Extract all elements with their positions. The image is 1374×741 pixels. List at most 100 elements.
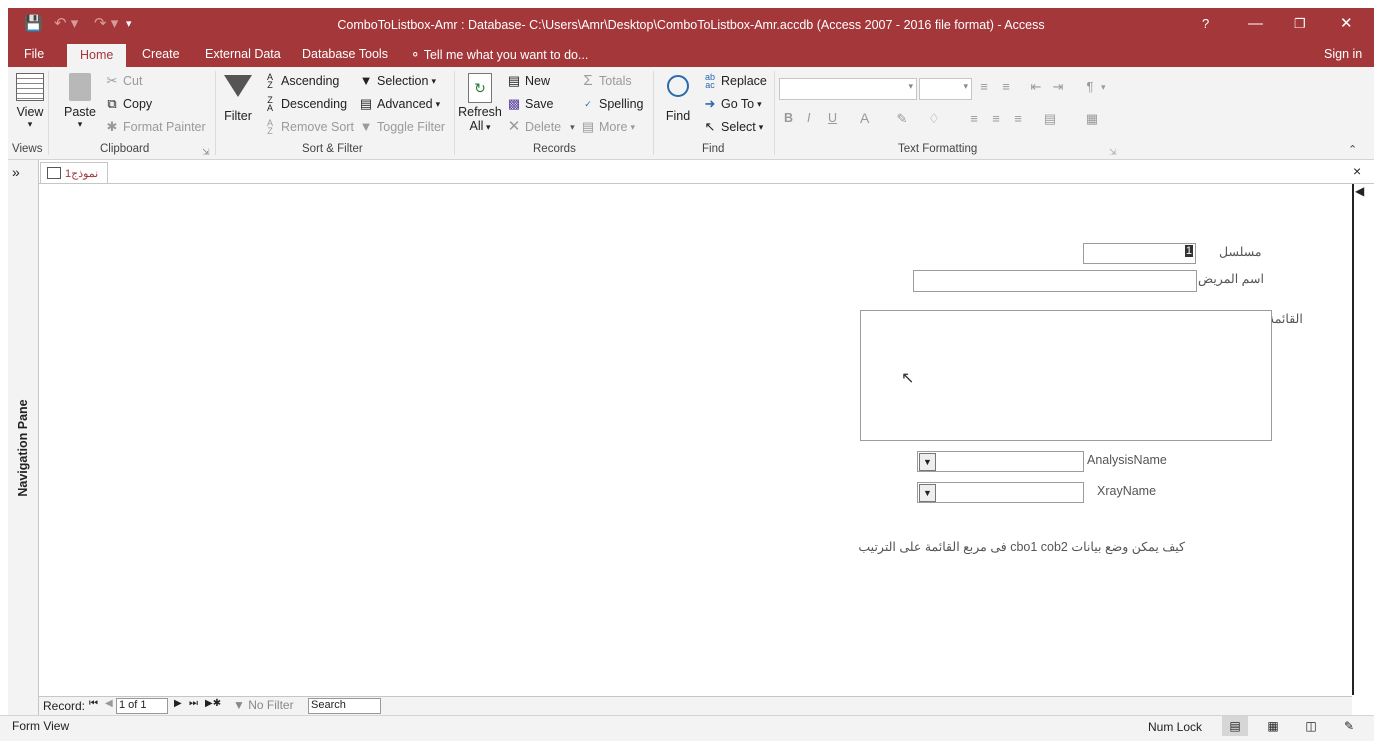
find-button[interactable]: Find bbox=[660, 73, 696, 123]
align-center-button[interactable]: ≡ bbox=[988, 111, 1004, 127]
tab-database-tools[interactable]: Database Tools bbox=[302, 47, 388, 61]
new-record-button[interactable]: ▤ New bbox=[506, 73, 550, 89]
remove-sort-label: Remove Sort bbox=[281, 120, 354, 134]
toggle-filter-button[interactable]: ▼ Toggle Filter bbox=[358, 119, 446, 135]
close-form-button[interactable]: × bbox=[1353, 163, 1361, 179]
copy-button[interactable]: ⧉ Copy bbox=[104, 96, 152, 112]
italic-button[interactable]: I bbox=[807, 111, 810, 125]
replace-button[interactable]: ab ac Replace bbox=[702, 72, 767, 90]
decrease-indent-button[interactable]: ⇤ bbox=[1028, 79, 1044, 95]
selection-button[interactable]: ▼ Selection ▾ bbox=[358, 73, 436, 89]
undo-icon[interactable]: ↶ ▾ bbox=[54, 14, 78, 34]
restore-icon[interactable]: ❐ bbox=[1294, 14, 1306, 34]
redo-icon[interactable]: ↷ ▾ bbox=[94, 14, 118, 34]
font-name-dropdown[interactable]: ▾ bbox=[779, 78, 917, 100]
datasheet-view-icon[interactable]: ▦ bbox=[1260, 716, 1286, 736]
first-record-icon[interactable]: ⏮ bbox=[89, 698, 98, 709]
font-color-button[interactable]: A bbox=[860, 110, 869, 126]
filter-off-icon: ▼ bbox=[233, 698, 245, 712]
delete-dropdown-icon: ▾ bbox=[570, 121, 575, 132]
underline-button[interactable]: U bbox=[828, 111, 837, 125]
next-record-icon[interactable]: ▶ bbox=[174, 698, 182, 709]
find-group-label: Find bbox=[702, 143, 725, 155]
question-note-label: كيف يمكن وضع بيانات cbo1 cob2 فى مربع ال… bbox=[858, 540, 1185, 554]
form-tab[interactable]: نموذج1 bbox=[40, 162, 108, 183]
sign-in-link[interactable]: Sign in bbox=[1324, 47, 1362, 61]
chevron-down-icon[interactable]: ▼ bbox=[919, 484, 936, 502]
analysis-name-combo[interactable]: ▼ bbox=[917, 451, 1084, 472]
highlight-button[interactable]: ✎ bbox=[894, 111, 910, 127]
fill-color-button[interactable]: ♢ bbox=[926, 111, 942, 127]
paste-button[interactable]: Paste ▾ bbox=[64, 73, 96, 130]
font-size-dropdown[interactable]: ▾ bbox=[919, 78, 972, 100]
new-blank-record-icon[interactable]: ▶✱ bbox=[205, 698, 221, 709]
tab-home[interactable]: Home bbox=[67, 44, 127, 67]
minimize-icon[interactable]: — bbox=[1248, 14, 1263, 34]
current-record-field[interactable]: 1 of 1 bbox=[116, 698, 168, 714]
tell-me-search[interactable]: ⚬ Tell me what you want to do... bbox=[410, 47, 588, 62]
xray-name-combo[interactable]: ▼ bbox=[917, 482, 1084, 503]
design-view-icon[interactable]: ✎ bbox=[1336, 716, 1362, 736]
format-painter-button[interactable]: ✱ Format Painter bbox=[104, 119, 206, 135]
title-bar: 💾 ↶ ▾ ↷ ▾ ▾ ComboToListbox-Amr : Databas… bbox=[8, 8, 1374, 43]
save-icon[interactable]: 💾 bbox=[24, 14, 43, 34]
dialog-launcher-icon[interactable]: ⇲ bbox=[1109, 147, 1117, 158]
align-left-button[interactable]: ≡ bbox=[966, 111, 982, 127]
advanced-button[interactable]: ▤ Advanced ▾ bbox=[358, 96, 440, 112]
form-view-icon[interactable]: ▤ bbox=[1222, 716, 1248, 736]
customize-toolbar-icon[interactable]: ▾ bbox=[126, 14, 132, 34]
ascending-button[interactable]: A Z Ascending bbox=[262, 73, 340, 90]
descending-button[interactable]: Z A Descending bbox=[262, 95, 347, 113]
ascending-label: Ascending bbox=[281, 74, 340, 88]
group-separator bbox=[215, 71, 216, 155]
bullets-button[interactable]: ≡ bbox=[976, 79, 992, 95]
more-button[interactable]: ▤ More ▾ bbox=[580, 119, 635, 135]
patient-name-field[interactable] bbox=[913, 270, 1197, 292]
select-button[interactable]: ↖ Select ▾ bbox=[702, 119, 764, 135]
bold-button[interactable]: B bbox=[784, 111, 793, 125]
delete-button[interactable]: ✕ Delete ▾ bbox=[506, 119, 575, 135]
save-record-button[interactable]: ▩ Save bbox=[506, 96, 554, 112]
numbering-button[interactable]: ≡ bbox=[998, 79, 1014, 95]
align-right-button[interactable]: ≡ bbox=[1010, 111, 1026, 127]
help-button[interactable]: ? bbox=[1202, 14, 1209, 34]
cut-button[interactable]: ✂ Cut bbox=[104, 73, 143, 89]
paragraph-direction-button[interactable]: ¶ ▾ bbox=[1082, 79, 1106, 95]
record-selector-icon[interactable]: ◀ bbox=[1355, 184, 1364, 198]
view-button[interactable]: View ▾ bbox=[12, 73, 48, 130]
chevron-down-icon: ▾ bbox=[1101, 81, 1106, 92]
layout-view-icon[interactable]: ◫ bbox=[1298, 716, 1324, 736]
background-button[interactable]: ▤ bbox=[1042, 111, 1058, 127]
tell-me-text: Tell me what you want to do... bbox=[423, 48, 589, 62]
totals-button[interactable]: Σ Totals bbox=[580, 73, 631, 89]
dialog-launcher-icon[interactable]: ⇲ bbox=[202, 147, 210, 158]
tab-file[interactable]: File bbox=[24, 47, 44, 61]
paragraph-icon: ¶ bbox=[1086, 79, 1094, 94]
list-box[interactable] bbox=[860, 310, 1272, 441]
gridlines-button[interactable]: ▦ bbox=[1084, 111, 1100, 127]
tab-external-data[interactable]: External Data bbox=[205, 47, 281, 61]
mouse-cursor-icon: ↖ bbox=[901, 370, 915, 387]
previous-record-icon[interactable]: ◀ bbox=[105, 698, 113, 709]
sort-descending-icon: ZA bbox=[266, 95, 273, 113]
close-window-icon[interactable]: ✕ bbox=[1340, 14, 1353, 34]
no-filter-button[interactable]: ▼ No Filter bbox=[233, 698, 294, 712]
goto-button[interactable]: ➜ Go To ▾ bbox=[702, 96, 762, 112]
expand-nav-pane-button[interactable]: » bbox=[12, 164, 20, 180]
replace-icon: ab ac bbox=[704, 72, 715, 90]
last-record-icon[interactable]: ⏭ bbox=[189, 698, 198, 709]
chevron-down-icon: ▾ bbox=[963, 81, 968, 91]
lightbulb-icon: ⚬ bbox=[410, 48, 421, 62]
navigation-pane[interactable]: » Navigation Pane bbox=[8, 160, 39, 716]
filter-button[interactable]: Filter bbox=[220, 73, 256, 123]
serial-field[interactable]: 1 bbox=[1083, 243, 1196, 264]
tab-create[interactable]: Create bbox=[142, 47, 180, 61]
remove-sort-button[interactable]: A Z Remove Sort bbox=[262, 119, 354, 136]
increase-indent-button[interactable]: ⇥ bbox=[1050, 79, 1066, 95]
views-group-label: Views bbox=[12, 143, 43, 155]
chevron-down-icon[interactable]: ▼ bbox=[919, 453, 936, 471]
collapse-ribbon-icon[interactable]: ⌃ bbox=[1348, 143, 1357, 156]
spelling-button[interactable]: ✓ Spelling bbox=[580, 96, 643, 112]
refresh-all-button[interactable]: ↻ Refresh All ▾ bbox=[458, 73, 502, 133]
record-search-input[interactable]: Search bbox=[308, 698, 381, 714]
